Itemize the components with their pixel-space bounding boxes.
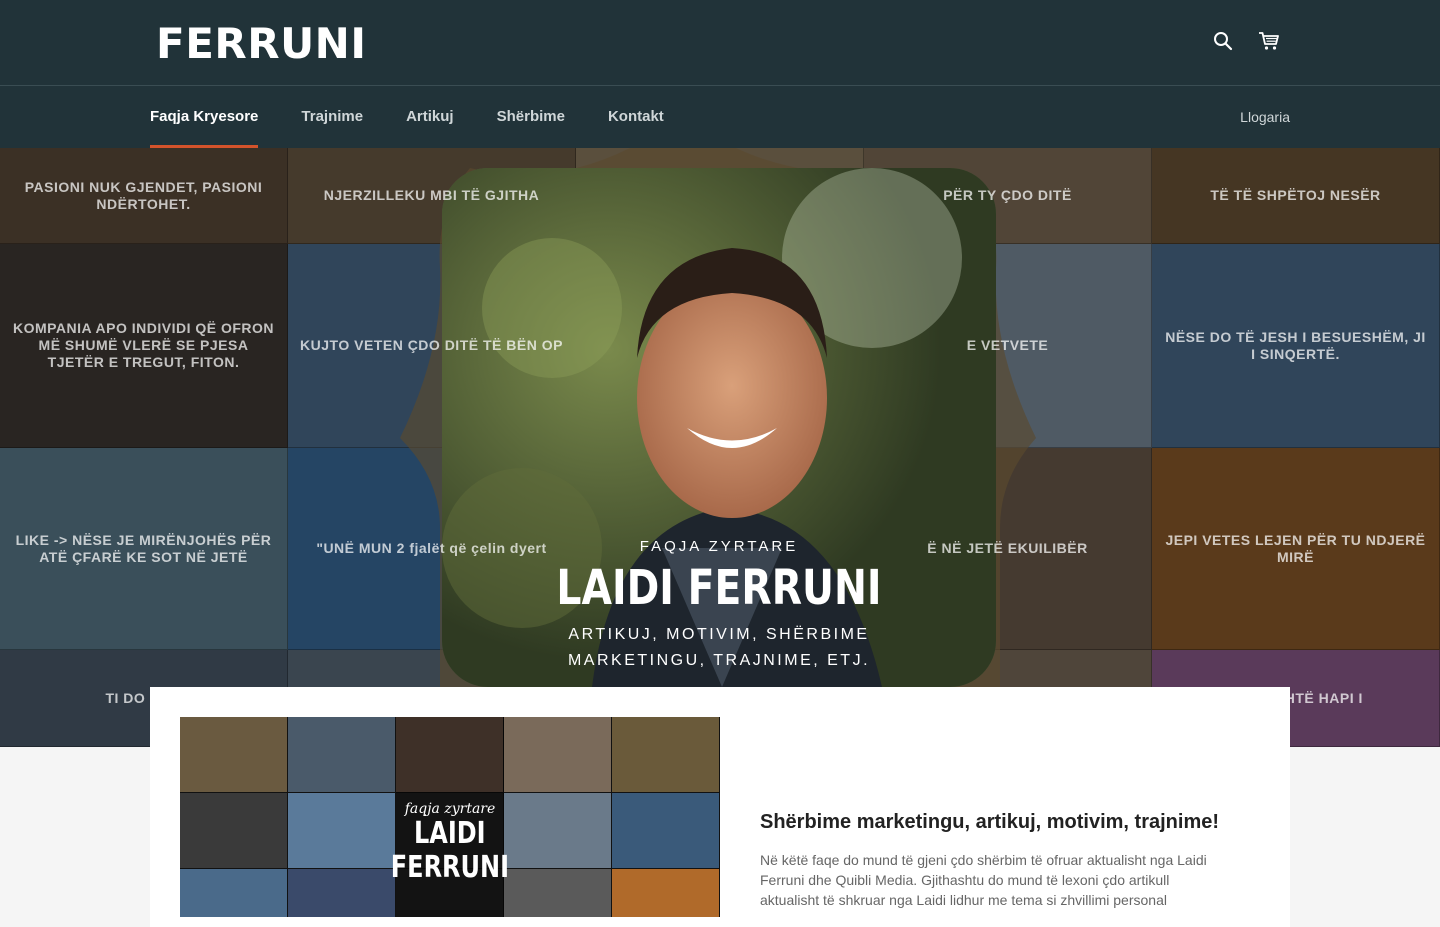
quote-tile-text: Ë NË JETË EKUILIBËR bbox=[927, 540, 1088, 556]
feature-image-subtitle: faqja zyrtare bbox=[404, 801, 496, 817]
feature-heading: Shërbime marketingu, artikuj, motivim, t… bbox=[760, 811, 1220, 833]
collage-tile bbox=[504, 717, 612, 793]
quote-tile-text: PËR TY ÇDO DITË bbox=[943, 187, 1072, 203]
quote-tile-text: NËSE DO TË JESH I BESUESHËM, JI I SINQER… bbox=[1165, 328, 1426, 362]
quote-tile-text: E VETVETE bbox=[966, 337, 1049, 353]
feature-image[interactable]: faqja zyrtare LAIDI FERRUNI bbox=[180, 717, 720, 917]
quote-tile-text: NJERZILLEKU MBI TË GJITHA bbox=[323, 187, 540, 203]
quote-tile-text: PASIONI NUK GJENDET, PASIONI NDËRTOHET. bbox=[24, 178, 263, 212]
collage-tile bbox=[288, 869, 396, 917]
nav-item-trajnime[interactable]: Trajnime bbox=[301, 86, 363, 148]
collage-tile bbox=[180, 717, 288, 793]
collage-tile bbox=[612, 717, 720, 793]
hero-title: LAIDI FERRUNI bbox=[556, 560, 882, 616]
header-top-bar: FERRUNI bbox=[0, 0, 1440, 86]
main-nav: Faqja Kryesore Trajnime Artikuj Shërbime Kon… bbox=[0, 86, 1440, 148]
quote-tile: KOMPANIA APO INDIVIDI QË OFRON MË SHUMË … bbox=[0, 244, 288, 448]
collage-tile bbox=[180, 793, 288, 869]
quote-tile: JEPI VETES LEJEN PËR TU NDJERË MIRË bbox=[1152, 448, 1440, 650]
feature-image-title-line2: FERRUNI bbox=[390, 850, 510, 885]
collage-tile bbox=[180, 869, 288, 917]
nav-item-artikuj[interactable]: Artikuj bbox=[406, 86, 454, 148]
quote-tile: LIKE -> NËSE JE MIRËNJOHËS PËR ATË ÇFARË… bbox=[0, 448, 288, 650]
quote-tile-text: TI DO JA T bbox=[105, 689, 182, 706]
quote-tile: TË TË SHPËTOJ NESËR bbox=[1152, 148, 1440, 244]
collage-tile bbox=[504, 869, 612, 917]
feature-image-overlay: faqja zyrtare LAIDI FERRUNI bbox=[391, 717, 509, 917]
header-icons bbox=[1212, 30, 1280, 52]
quote-tile-text: LIKE -> NËSE JE MIRËNJOHËS PËR ATË ÇFARË… bbox=[15, 531, 272, 565]
quote-tile-text: MËR ËSHTË HAPI I bbox=[1228, 689, 1363, 706]
quote-tile-text: KUJTO VETEN ÇDO DITË TË BËN OP bbox=[300, 337, 563, 353]
nav-item-shërbime[interactable]: Shërbime bbox=[497, 86, 565, 148]
account-link[interactable]: Llogaria bbox=[1240, 86, 1290, 148]
collage-tile bbox=[612, 793, 720, 869]
quote-tile-text: "UNË MUN 2 fjalët që çelin dyert bbox=[316, 540, 547, 556]
collage-tile bbox=[288, 717, 396, 793]
quote-tile: NËSE DO TË JESH I BESUESHËM, JI I SINQER… bbox=[1152, 244, 1440, 448]
cart-icon[interactable] bbox=[1258, 30, 1280, 52]
nav-item-kontakt[interactable]: Kontakt bbox=[608, 86, 664, 148]
collage-tile bbox=[504, 793, 612, 869]
site-logo[interactable]: FERRUNI bbox=[156, 22, 366, 66]
hero-subtitle-line1: ARTIKUJ, MOTIVIM, SHËRBIME bbox=[568, 626, 870, 643]
feature-image-title-line1: LAIDI bbox=[414, 816, 486, 851]
quote-tile-text: KOMPANIA APO INDIVIDI QË OFRON MË SHUMË … bbox=[12, 320, 275, 370]
feature-body-text: Në këtë faqe do mund të gjeni çdo shërbi… bbox=[760, 852, 1207, 908]
hero-subtitle-line2: MARKETINGU, TRAJNIME, ETJ. bbox=[567, 652, 871, 669]
quote-tile-text: JEPI VETES LEJEN PËR TU NDJERË MIRË bbox=[1165, 531, 1426, 565]
collage-tile bbox=[612, 869, 720, 917]
site-header: FERRUNI Faqja Kryesore Trajnime Artikuj Shë… bbox=[0, 0, 1440, 148]
search-icon[interactable] bbox=[1212, 30, 1234, 52]
hero-banner: PASIONI NUK GJENDET, PASIONI NDËRTOHET. N… bbox=[0, 148, 1440, 747]
nav-item-faqja-kryesore[interactable]: Faqja Kryesore bbox=[150, 86, 259, 148]
quote-tile: PASIONI NUK GJENDET, PASIONI NDËRTOHET. bbox=[0, 148, 288, 244]
quote-tile-text: TË TË SHPËTOJ NESËR bbox=[1210, 187, 1381, 203]
feature-card: faqja zyrtare LAIDI FERRUNI Shërbime mar… bbox=[150, 687, 1290, 927]
collage-tile bbox=[288, 793, 396, 869]
nav-items: Faqja Kryesore Trajnime Artikuj Shërbime Kon… bbox=[150, 86, 707, 148]
